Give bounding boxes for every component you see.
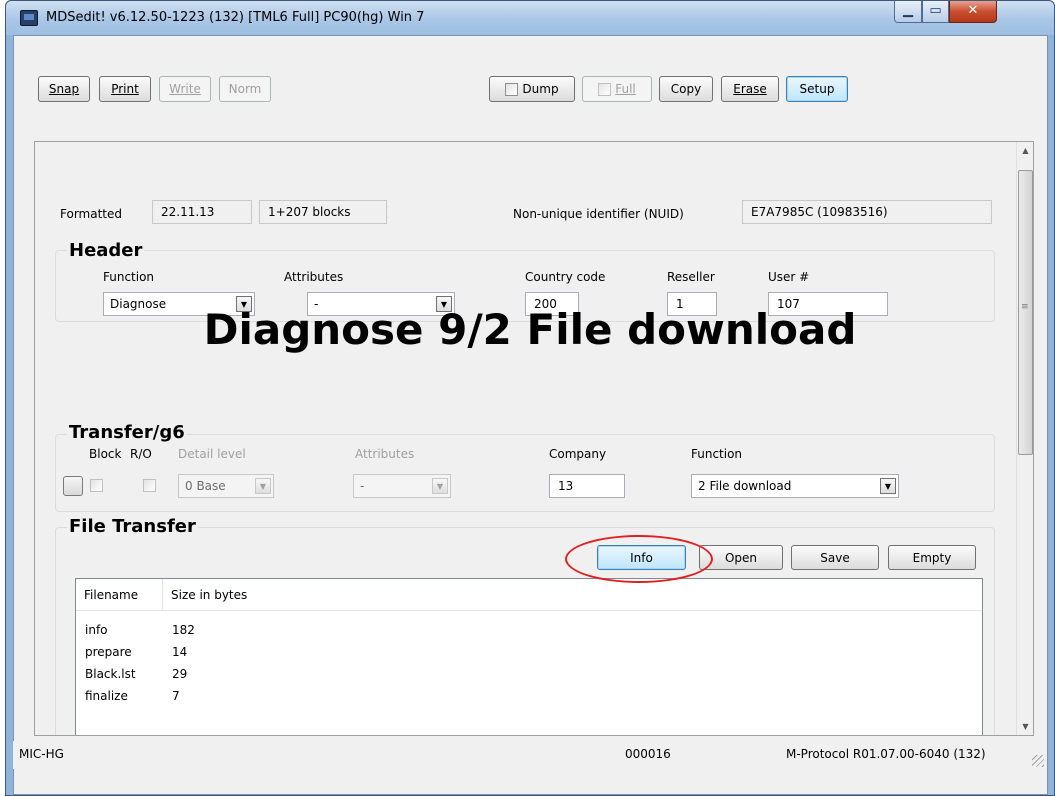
chevron-down-icon[interactable]: ▼ bbox=[880, 478, 896, 494]
scroll-up-arrow-icon[interactable]: ▲ bbox=[1017, 142, 1033, 159]
highlight-ring bbox=[565, 535, 713, 583]
size-cell: 7 bbox=[172, 689, 180, 703]
snap-button[interactable]: Snap bbox=[38, 76, 90, 102]
column-header-size[interactable]: Size in bytes bbox=[163, 579, 563, 611]
dump-label: Dump bbox=[522, 82, 559, 96]
detail-level-label: Detail level bbox=[178, 447, 246, 461]
table-row[interactable]: Black.lst 29 bbox=[76, 663, 982, 685]
file-list[interactable]: Filename Size in bytes info 182 prepare … bbox=[75, 578, 983, 735]
filename-cell: info bbox=[85, 623, 108, 637]
status-right: M-Protocol R01.07.00-6040 (132) bbox=[786, 747, 986, 761]
transfer-attributes-value: - bbox=[360, 479, 365, 493]
save-button-label: Save bbox=[820, 550, 850, 565]
table-row[interactable]: prepare 14 bbox=[76, 641, 982, 663]
scrollbar-thumb[interactable] bbox=[1018, 170, 1033, 455]
status-left: MIC-HG bbox=[19, 747, 64, 761]
reseller-label: Reseller bbox=[667, 270, 715, 284]
norm-label: Norm bbox=[228, 82, 262, 96]
close-button[interactable]: ✕ bbox=[949, 1, 997, 23]
empty-button-label: Empty bbox=[912, 550, 952, 565]
transfer-function-select[interactable]: 2 File download ▼ bbox=[691, 474, 899, 498]
status-middle: 000016 bbox=[625, 747, 671, 761]
ro-label: R/O bbox=[130, 447, 152, 461]
block-label: Block bbox=[89, 447, 122, 461]
dump-checkbox[interactable] bbox=[505, 82, 519, 96]
minimize-button[interactable]: ▁ bbox=[894, 1, 922, 23]
company-input[interactable]: 13 bbox=[549, 474, 625, 498]
dump-toggle[interactable]: Dump bbox=[489, 76, 575, 102]
detail-level-select[interactable]: 0 Base ▼ bbox=[178, 474, 274, 498]
transfer-function-value: 2 File download bbox=[698, 479, 792, 493]
record-title: Diagnose 9/2 File download bbox=[203, 305, 857, 354]
status-bar: MIC-HG 000016 M-Protocol R01.07.00-6040 … bbox=[13, 741, 1046, 769]
setup-label: Setup bbox=[799, 82, 835, 96]
print-button[interactable]: Print bbox=[99, 76, 151, 102]
transfer-attributes-select[interactable]: - ▼ bbox=[353, 474, 451, 498]
full-toggle[interactable]: Full bbox=[582, 76, 652, 102]
transfer-attributes-label: Attributes bbox=[355, 447, 415, 461]
chevron-down-icon[interactable]: ▼ bbox=[432, 478, 448, 494]
size-cell: 29 bbox=[172, 667, 188, 681]
full-label: Full bbox=[615, 82, 636, 96]
app-window: MDSedit! v6.12.50-1223 (132) [TML6 Full]… bbox=[5, 0, 1055, 796]
block-checkbox[interactable] bbox=[90, 479, 103, 492]
size-cell: 182 bbox=[172, 623, 195, 637]
file-list-header: Filename Size in bytes bbox=[76, 579, 982, 611]
app-icon bbox=[20, 10, 38, 26]
open-button-label: Open bbox=[724, 550, 758, 565]
nuid-field: E7A7985C (10983516) bbox=[742, 200, 992, 224]
scroll-down-arrow-icon[interactable]: ▼ bbox=[1017, 718, 1033, 735]
header-function-label: Function bbox=[103, 270, 155, 284]
header-attributes-label: Attributes bbox=[284, 270, 344, 284]
size-cell: 14 bbox=[172, 645, 188, 659]
full-checkbox[interactable] bbox=[598, 82, 612, 96]
transfer-group-title: Transfer/g6 bbox=[67, 422, 187, 443]
nuid-label: Non-unique identifier (NUID) bbox=[513, 207, 684, 221]
setup-button[interactable]: Setup bbox=[786, 76, 848, 102]
blocks-field: 1+207 blocks bbox=[259, 200, 387, 224]
ro-checkbox[interactable] bbox=[143, 479, 156, 492]
panel-scrollbar[interactable]: ▲ ≡ ▼ bbox=[1016, 142, 1033, 735]
window-title: MDSedit! v6.12.50-1223 (132) [TML6 Full]… bbox=[46, 10, 425, 25]
resize-grip-icon[interactable] bbox=[1032, 755, 1044, 767]
filename-cell: Black.lst bbox=[85, 667, 136, 681]
copy-label: Copy bbox=[670, 82, 702, 96]
copy-button[interactable]: Copy bbox=[659, 76, 713, 102]
chevron-down-icon[interactable]: ▼ bbox=[255, 478, 271, 494]
transfer-function-label: Function bbox=[691, 447, 743, 461]
country-code-label: Country code bbox=[525, 270, 606, 284]
filename-cell: finalize bbox=[85, 689, 128, 703]
title-bar[interactable]: MDSedit! v6.12.50-1223 (132) [TML6 Full]… bbox=[6, 1, 1054, 35]
detail-level-value: 0 Base bbox=[185, 479, 226, 493]
maximize-button[interactable]: ▭ bbox=[922, 1, 949, 23]
main-panel: Formatted 22.11.13 1+207 blocks Non-uniq… bbox=[34, 141, 1034, 736]
grip-icon: ≡ bbox=[1021, 302, 1029, 312]
user-number-label: User # bbox=[768, 270, 810, 284]
erase-label: Erase bbox=[733, 82, 767, 96]
empty-button[interactable]: Empty bbox=[888, 545, 976, 570]
table-row[interactable]: finalize 7 bbox=[76, 685, 982, 707]
snap-label: Snap bbox=[48, 82, 80, 96]
formatted-label: Formatted bbox=[60, 207, 122, 221]
write-button[interactable]: Write bbox=[159, 76, 211, 102]
save-button[interactable]: Save bbox=[791, 545, 879, 570]
print-label: Print bbox=[111, 82, 139, 96]
transfer-group bbox=[55, 434, 995, 512]
erase-button[interactable]: Erase bbox=[721, 76, 779, 102]
norm-button[interactable]: Norm bbox=[219, 76, 271, 102]
company-label: Company bbox=[549, 447, 607, 461]
header-group-title: Header bbox=[67, 240, 145, 261]
table-row[interactable]: info 182 bbox=[76, 619, 982, 641]
transfer-small-button[interactable] bbox=[63, 476, 83, 496]
file-transfer-group-title: File Transfer bbox=[67, 516, 198, 537]
formatted-date-field: 22.11.13 bbox=[152, 200, 252, 224]
filename-cell: prepare bbox=[85, 645, 132, 659]
write-label: Write bbox=[169, 82, 201, 96]
column-header-filename[interactable]: Filename bbox=[76, 579, 163, 611]
